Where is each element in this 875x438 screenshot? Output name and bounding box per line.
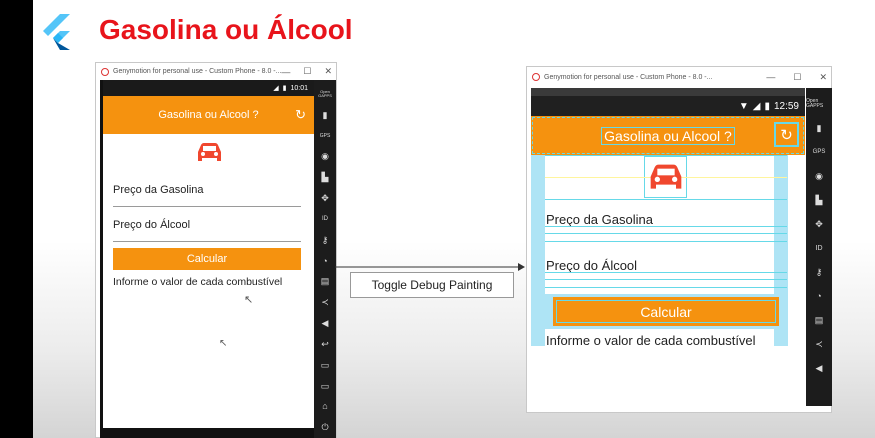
right-body: Preço da Gasolina Preço do Álcool Calcul… xyxy=(531,155,805,406)
dpad-icon[interactable]: ✥ xyxy=(314,188,336,209)
left-app-bar: Gasolina ou Alcool ? ↻ xyxy=(103,96,314,134)
right-top-strip xyxy=(531,88,805,96)
power-icon[interactable]: ⏻ xyxy=(314,417,336,438)
open-gapps-icon[interactable]: Open GAPPS xyxy=(806,92,832,116)
battery-icon: ▮ xyxy=(764,100,770,112)
left-gas-label[interactable]: Preço da Gasolina xyxy=(113,184,204,196)
share-icon[interactable]: ≺ xyxy=(314,292,336,313)
car-icon xyxy=(650,164,682,189)
id-icon[interactable]: ID xyxy=(314,209,336,230)
left-window-titlebar: Genymotion for personal use - Custom Pho… xyxy=(96,63,336,80)
debug-pad-left xyxy=(531,155,545,346)
right-calcular-button[interactable]: Calcular xyxy=(553,297,779,326)
signal-icon: ◢ xyxy=(273,85,279,92)
battery-tool-icon[interactable]: ▮ xyxy=(806,116,832,140)
debug-line-5 xyxy=(545,272,787,273)
volume-icon[interactable]: ◀ xyxy=(806,356,832,380)
debug-line-6 xyxy=(545,279,787,280)
debug-line-2 xyxy=(545,226,787,227)
close-button[interactable]: ✕ xyxy=(819,72,827,83)
key-icon[interactable]: ⚷ xyxy=(806,260,832,284)
camera-icon[interactable]: ◉ xyxy=(314,146,336,167)
menu-icon[interactable]: ▭ xyxy=(314,376,336,397)
sms-icon[interactable]: ▤ xyxy=(806,308,832,332)
car-icon xyxy=(198,143,221,161)
minimize-button[interactable]: — xyxy=(766,72,775,82)
left-nav-bar xyxy=(103,428,314,438)
right-phone-screen: ▼ ◢ ▮ 12:59 Gasolina ou Alcool ? ↻ Preço… xyxy=(531,88,805,406)
rss-icon[interactable]: ◔ xyxy=(806,284,832,308)
share-icon[interactable]: ≺ xyxy=(806,332,832,356)
right-window-title: Genymotion for personal use - Custom Pho… xyxy=(544,73,713,81)
left-genymotion-toolbar: Open GAPPS ▮ GPS ◉ ▙ ✥ ID ⚷ ◔ ▤ ≺ ◀ ↩ ▭ … xyxy=(314,80,336,438)
wifi-icon: ▼ xyxy=(738,100,749,112)
minimize-button[interactable]: — xyxy=(281,67,290,77)
arrow-connector xyxy=(335,263,525,271)
refresh-icon[interactable]: ↻ xyxy=(295,107,306,123)
maximize-button[interactable]: ☐ xyxy=(793,72,801,83)
left-window-title: Genymotion for personal use - Custom Pho… xyxy=(113,68,282,75)
debug-line-3 xyxy=(545,233,787,234)
key-icon[interactable]: ⚷ xyxy=(314,230,336,251)
gps-icon[interactable]: GPS xyxy=(314,126,336,147)
back-icon[interactable]: ↩ xyxy=(314,334,336,355)
right-status-bar: ▼ ◢ ▮ 12:59 xyxy=(531,96,805,116)
open-gapps-icon[interactable]: Open GAPPS xyxy=(314,84,336,105)
clapper-icon[interactable]: ▙ xyxy=(806,188,832,212)
debug-line-7 xyxy=(545,287,787,288)
slide-title: Gasolina ou Álcool xyxy=(99,14,353,45)
battery-tool-icon[interactable]: ▮ xyxy=(314,105,336,126)
right-info-text: Informe o valor de cada combustível xyxy=(546,333,756,348)
id-icon[interactable]: ID xyxy=(806,236,832,260)
mouse-cursor-icon: ↖ xyxy=(244,294,254,306)
refresh-icon[interactable]: ↻ xyxy=(774,122,799,147)
debug-line-1 xyxy=(545,199,787,200)
mouse-cursor-icon-2: ↖ xyxy=(219,338,228,349)
right-genymotion-toolbar: Open GAPPS ▮ GPS ◉ ▙ ✥ ID ⚷ ◔ ▤ ≺ ◀ xyxy=(806,88,832,406)
right-status-time: 12:59 xyxy=(773,100,799,112)
left-gas-underline xyxy=(113,206,301,207)
left-app-title: Gasolina ou Alcool ? xyxy=(158,109,259,121)
left-phone-screen: ◢ ▮ 10:01 Gasolina ou Alcool ? ↻ Preço d… xyxy=(100,80,314,438)
clapper-icon[interactable]: ▙ xyxy=(314,167,336,188)
left-info-text: Informe o valor de cada combustível xyxy=(113,276,283,288)
left-calcular-button[interactable]: Calcular xyxy=(113,248,301,270)
rss-icon[interactable]: ◔ xyxy=(314,251,336,272)
gps-icon[interactable]: GPS xyxy=(806,140,832,164)
left-status-bar: ◢ ▮ 10:01 xyxy=(103,80,314,96)
left-alc-underline xyxy=(113,241,301,242)
right-app-title: Gasolina ou Alcool ? xyxy=(601,126,735,145)
debug-line-4 xyxy=(545,241,787,242)
recent-icon[interactable]: ▭ xyxy=(314,355,336,376)
signal-icon: ◢ xyxy=(752,100,761,112)
genymotion-icon xyxy=(532,73,540,81)
genymotion-icon xyxy=(101,67,109,76)
right-gas-label[interactable]: Preço da Gasolina xyxy=(546,212,653,227)
right-window-titlebar: Genymotion for personal use - Custom Pho… xyxy=(527,67,831,87)
volume-icon[interactable]: ◀ xyxy=(314,313,336,334)
dpad-icon[interactable]: ✥ xyxy=(806,212,832,236)
sms-icon[interactable]: ▤ xyxy=(314,271,336,292)
home-icon[interactable]: ⌂ xyxy=(314,396,336,417)
flutter-logo xyxy=(43,14,70,50)
maximize-button[interactable]: ☐ xyxy=(303,66,311,77)
left-alc-label[interactable]: Preço do Álcool xyxy=(113,219,190,231)
right-alc-label[interactable]: Preço do Álcool xyxy=(546,258,637,273)
left-status-time: 10:01 xyxy=(290,84,308,92)
battery-icon: ▮ xyxy=(282,85,287,92)
close-button[interactable]: ✕ xyxy=(324,66,332,77)
right-app-bar: Gasolina ou Alcool ? ↻ xyxy=(531,116,805,155)
camera-icon[interactable]: ◉ xyxy=(806,164,832,188)
toggle-debug-painting-label: Toggle Debug Painting xyxy=(350,272,514,298)
